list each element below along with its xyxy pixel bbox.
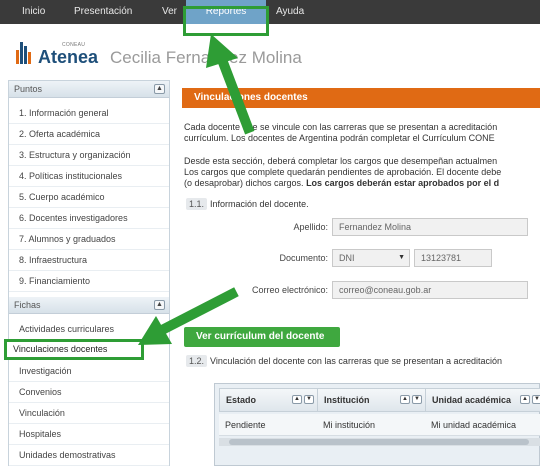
- sidebar-item-financiamiento[interactable]: 9. Financiamiento: [9, 271, 169, 292]
- panel-fichas-title: Fichas: [14, 300, 41, 310]
- sidebar-item-actividades-curriculares[interactable]: Actividades curriculares: [9, 319, 169, 340]
- sidebar-item-hospitales[interactable]: Hospitales: [9, 424, 169, 445]
- intro-line-2: currículum. Los docentes de Argentina po…: [184, 133, 495, 143]
- top-nav: Inicio Presentación Ver Reportes Ayuda: [0, 0, 540, 24]
- documento-type-select[interactable]: DNI ▼: [332, 249, 410, 267]
- nav-ver[interactable]: Ver: [162, 0, 177, 24]
- sidebar-item-investigacion[interactable]: Investigación: [9, 361, 169, 382]
- cell-institucion: Mi institución: [323, 420, 376, 430]
- ver-curriculum-button[interactable]: Ver currículum del docente: [184, 327, 340, 347]
- sidebar-item-convenios[interactable]: Convenios: [9, 382, 169, 403]
- correo-field[interactable]: correo@coneau.gob.ar: [332, 281, 528, 299]
- cell-estado: Pendiente: [225, 420, 266, 430]
- intro-line-1: Cada docente que se vincule con las carr…: [184, 122, 498, 132]
- atenea-logo-icon: [16, 42, 34, 64]
- sidebar: Puntos ▲ 1. Información general 2. Ofert…: [4, 80, 170, 466]
- sort-desc-icon[interactable]: ▼: [412, 395, 422, 404]
- sort-asc-icon[interactable]: ▲: [520, 395, 530, 404]
- collapse-icon[interactable]: ▲: [154, 300, 165, 310]
- sidebar-item-oferta-academica[interactable]: 2. Oferta académica: [9, 124, 169, 145]
- desc-line-3: (o desaprobar) dichos cargos. Los cargos…: [184, 178, 499, 189]
- cell-unidad-academica: Mi unidad académica: [431, 420, 517, 430]
- panel-puntos-title: Puntos: [14, 84, 43, 94]
- sidebar-item-vinculaciones-docentes[interactable]: Vinculaciones docentes: [4, 339, 144, 360]
- apellido-label: Apellido:: [293, 222, 328, 232]
- sort-asc-icon[interactable]: ▲: [400, 395, 410, 404]
- section-number: 1.1.: [186, 198, 208, 210]
- sidebar-item-unidades-demostrativas[interactable]: Unidades demostrativas: [9, 445, 169, 466]
- scrollbar-thumb[interactable]: [229, 439, 529, 445]
- sidebar-item-estructura[interactable]: 3. Estructura y organización: [9, 145, 169, 166]
- arrow-to-vinculaciones-shaft: [155, 287, 239, 337]
- chevron-down-icon: ▼: [398, 254, 405, 261]
- sidebar-item-alumnos[interactable]: 7. Alumnos y graduados: [9, 229, 169, 250]
- sidebar-item-informacion-general[interactable]: 1. Información general: [9, 103, 169, 124]
- table-row[interactable]: Pendiente Mi institución Mi unidad acadé…: [219, 414, 540, 436]
- sort-desc-icon[interactable]: ▼: [532, 395, 540, 404]
- section-vinculacion: 1.2. Vinculación del docente con las carr…: [186, 355, 503, 367]
- nav-ayuda[interactable]: Ayuda: [276, 0, 304, 24]
- table-header: Estado ▲ ▼ Institución ▲ ▼ Unidad académ…: [219, 388, 540, 412]
- panel-fichas-header[interactable]: Fichas ▲: [9, 297, 169, 314]
- documento-type-value: DNI: [339, 253, 355, 263]
- correo-label: Correo electrónico:: [251, 285, 328, 295]
- brand-name: Atenea: [38, 47, 99, 67]
- apellido-field[interactable]: Fernandez Molina: [332, 218, 528, 236]
- col-header-label: Unidad académica: [432, 395, 512, 405]
- desc-line-2: Los cargos que complete quedarán pendien…: [184, 167, 502, 177]
- collapse-icon[interactable]: ▲: [154, 84, 165, 94]
- nav-inicio[interactable]: Inicio: [22, 0, 45, 24]
- vinculaciones-table: Estado ▲ ▼ Institución ▲ ▼ Unidad académ…: [214, 383, 540, 466]
- sort-desc-icon[interactable]: ▼: [304, 395, 314, 404]
- sidebar-item-vinculacion[interactable]: Vinculación: [9, 403, 169, 424]
- sidebar-item-infraestructura[interactable]: 8. Infraestructura: [9, 250, 169, 271]
- sidebar-item-docentes-investigadores[interactable]: 6. Docentes investigadores: [9, 208, 169, 229]
- documento-label: Documento:: [279, 253, 328, 263]
- section-title: Información del docente.: [210, 199, 309, 209]
- panel-puntos-header[interactable]: Puntos ▲: [9, 81, 169, 98]
- section-title: Vinculación del docente con las carreras…: [210, 356, 503, 366]
- nav-presentacion[interactable]: Presentación: [74, 0, 132, 24]
- col-header-label: Institución: [324, 395, 370, 405]
- desc-line-1: Desde esta sección, deberá completar los…: [184, 156, 498, 166]
- desc-line-3-bold: Los cargos deberán estar aprobados por e…: [306, 178, 500, 188]
- sidebar-item-politicas[interactable]: 4. Políticas institucionales: [9, 166, 169, 187]
- sidebar-item-cuerpo-academico[interactable]: 5. Cuerpo académico: [9, 187, 169, 208]
- callout-box-reportes: [183, 6, 269, 36]
- documento-number-field[interactable]: 13123781: [414, 249, 492, 267]
- page-title: Vinculaciones docentes: [182, 88, 540, 108]
- col-header-label: Estado: [226, 395, 257, 405]
- section-number: 1.2.: [186, 355, 208, 367]
- user-name: Cecilia Fernandez Molina: [110, 48, 302, 67]
- horizontal-scrollbar[interactable]: [219, 438, 540, 446]
- sort-asc-icon[interactable]: ▲: [292, 395, 302, 404]
- desc-line-3-normal: (o desaprobar) dichos cargos.: [184, 178, 307, 188]
- section-info-docente: 1.1. Información del docente.: [186, 198, 309, 210]
